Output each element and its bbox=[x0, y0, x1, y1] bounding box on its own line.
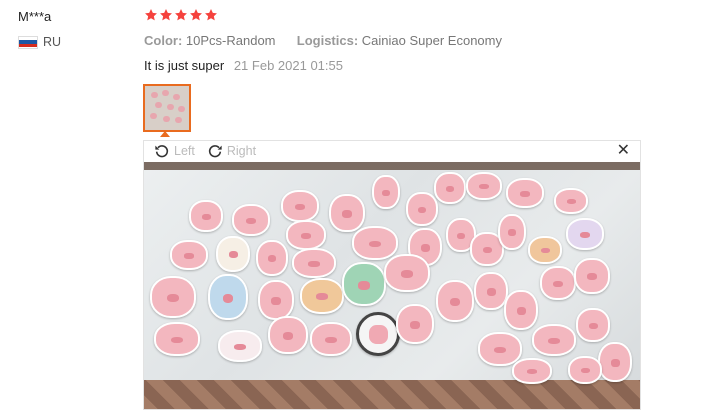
review-photo-thumbnail[interactable] bbox=[143, 84, 191, 132]
order-info: Color: 10Pcs-Random Logistics: Cainiao S… bbox=[144, 33, 502, 48]
review-text: It is just super bbox=[144, 58, 225, 73]
review-date: 21 Feb 2021 01:55 bbox=[233, 58, 343, 73]
rotate-left-button[interactable]: Left bbox=[154, 143, 195, 159]
rotate-right-label: Right bbox=[226, 144, 257, 158]
color-label: Color: bbox=[144, 33, 183, 48]
rotate-left-label: Left bbox=[174, 144, 195, 158]
close-icon[interactable]: ✕ bbox=[617, 143, 630, 159]
thumbnail-selected-caret bbox=[160, 131, 170, 137]
rotate-left-icon bbox=[155, 145, 169, 158]
star-icon bbox=[175, 9, 187, 21]
rotate-right-icon bbox=[208, 145, 222, 158]
review-line: It is just super 21 Feb 2021 01:55 bbox=[144, 58, 343, 73]
logistics-label: Logistics: bbox=[296, 33, 359, 48]
star-icon bbox=[205, 9, 217, 21]
star-icon bbox=[190, 9, 202, 21]
buyer-name: M***a bbox=[18, 9, 52, 24]
star-icon bbox=[160, 9, 172, 21]
photo-table bbox=[144, 170, 640, 384]
rotate-right-button[interactable]: Right bbox=[207, 143, 256, 159]
russia-flag-icon bbox=[18, 35, 38, 49]
star-rating bbox=[144, 8, 218, 22]
color-value: 10Pcs-Random bbox=[185, 33, 276, 48]
logistics-value: Cainiao Super Economy bbox=[361, 33, 502, 48]
buyer-country: RU bbox=[18, 35, 61, 49]
country-code: RU bbox=[43, 35, 62, 49]
star-icon bbox=[145, 9, 157, 21]
photo-viewer: Left Right ✕ bbox=[143, 140, 641, 410]
review-photo-large bbox=[144, 162, 640, 409]
viewer-toolbar: Left Right bbox=[144, 141, 640, 161]
